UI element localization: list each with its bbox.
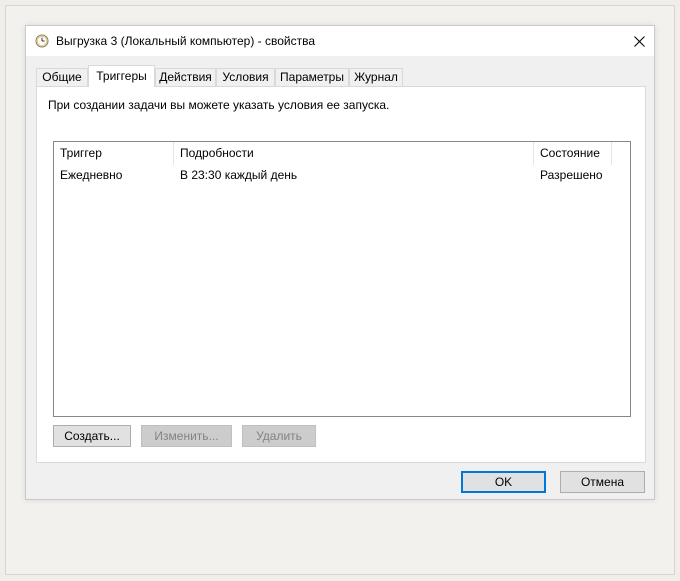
tab-history[interactable]: Журнал [349, 68, 403, 86]
triggers-panel: При создании задачи вы можете указать ус… [36, 86, 646, 463]
delete-trigger-button[interactable]: Удалить [242, 425, 316, 447]
cancel-button[interactable]: Отмена [560, 471, 645, 493]
column-header-trigger[interactable]: Триггер [54, 142, 174, 165]
ok-button[interactable]: OK [461, 471, 546, 493]
create-trigger-button[interactable]: Создать... [53, 425, 131, 447]
cell-details: В 23:30 каждый день [180, 168, 298, 182]
properties-dialog: Выгрузка 3 (Локальный компьютер) - свойс… [25, 25, 655, 500]
cell-status: Разрешено [540, 168, 603, 182]
close-button[interactable] [624, 26, 654, 56]
title-bar: Выгрузка 3 (Локальный компьютер) - свойс… [26, 26, 654, 56]
column-separator[interactable] [611, 142, 612, 165]
close-icon [633, 35, 645, 47]
triggers-info-text: При создании задачи вы можете указать ус… [48, 98, 390, 112]
tab-triggers[interactable]: Триггеры [88, 65, 155, 87]
triggers-list[interactable]: Триггер Подробности Состояние Ежедневно … [53, 141, 631, 417]
task-scheduler-clock-icon [35, 34, 49, 48]
tab-conditions[interactable]: Условия [216, 68, 275, 86]
tab-settings[interactable]: Параметры [275, 68, 349, 86]
table-row[interactable]: Ежедневно В 23:30 каждый день Разрешено [54, 165, 630, 185]
tab-general[interactable]: Общие [36, 68, 88, 86]
column-header-details[interactable]: Подробности [174, 142, 534, 165]
column-header-status[interactable]: Состояние [534, 142, 612, 165]
window-title: Выгрузка 3 (Локальный компьютер) - свойс… [56, 34, 316, 48]
edit-trigger-button[interactable]: Изменить... [141, 425, 232, 447]
list-header: Триггер Подробности Состояние [54, 142, 630, 165]
tab-actions[interactable]: Действия [155, 68, 216, 86]
cell-trigger: Ежедневно [60, 168, 123, 182]
